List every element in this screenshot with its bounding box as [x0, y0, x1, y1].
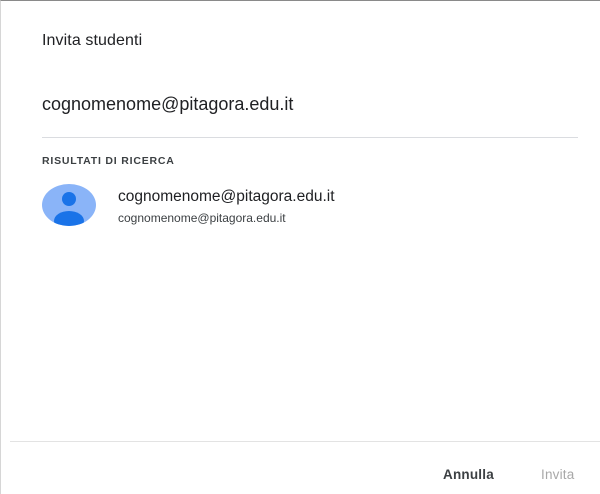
dialog-title: Invita studenti: [42, 32, 143, 49]
result-email: cognomenome@pitagora.edu.it: [118, 211, 286, 225]
search-result-item[interactable]: cognomenome@pitagora.edu.it cognomenome@…: [42, 181, 578, 231]
search-input-underline: [42, 137, 578, 138]
search-input[interactable]: [42, 91, 578, 117]
footer-divider: [10, 441, 600, 442]
search-results-label: RISULTATI DI RICERCA: [42, 155, 175, 167]
person-icon: [54, 192, 84, 226]
result-name: cognomenome@pitagora.edu.it: [118, 188, 335, 205]
invite-students-dialog: Invita studenti RISULTATI DI RICERCA cog…: [0, 0, 600, 494]
avatar: [42, 184, 96, 226]
invite-button[interactable]: Invita: [541, 467, 574, 482]
cancel-button[interactable]: Annulla: [443, 467, 494, 482]
